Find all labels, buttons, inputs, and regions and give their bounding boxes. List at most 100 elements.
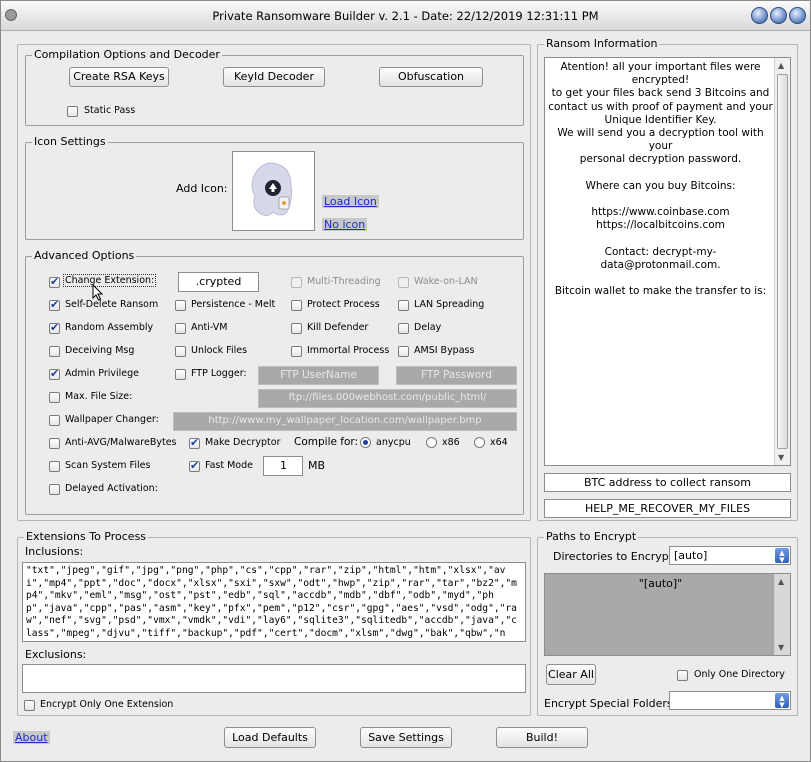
self-delete-checkbox[interactable]: [49, 298, 60, 311]
btc-address-input[interactable]: BTC address to collect ransom: [544, 473, 791, 492]
create-rsa-keys-button[interactable]: Create RSA Keys: [69, 67, 169, 87]
delayed-activation-checkbox[interactable]: [49, 484, 60, 495]
scroll-down-icon[interactable]: ▼: [778, 453, 784, 462]
window-title: Private Ransomware Builder v. 2.1 - Date…: [212, 9, 599, 23]
size-unit-label: MB: [308, 459, 326, 472]
amsi-bypass-checkbox[interactable]: [398, 346, 409, 357]
extensions-title: Extensions To Process: [24, 530, 149, 543]
special-folders-select[interactable]: ▲ ▼: [669, 691, 791, 710]
window-controls: [751, 7, 806, 24]
protect-process-label: Protect Process: [307, 299, 380, 310]
compile-for-label: Compile for:: [294, 436, 359, 448]
wake-on-lan-checkbox[interactable]: [398, 277, 409, 288]
lan-spreading-label: LAN Spreading: [414, 299, 485, 310]
exclusions-textarea[interactable]: [22, 664, 526, 693]
admin-privilege-label: Admin Privilege: [65, 368, 140, 379]
build-button[interactable]: Build!: [496, 727, 588, 748]
anti-vm-checkbox[interactable]: [175, 323, 186, 334]
delay-checkbox[interactable]: [398, 323, 409, 334]
clear-all-button[interactable]: Clear All: [546, 664, 596, 685]
close-icon[interactable]: [789, 7, 806, 24]
scroll-thumb[interactable]: [777, 74, 788, 449]
extension-input[interactable]: .crypted: [178, 272, 259, 292]
minimize-icon[interactable]: [751, 7, 768, 24]
anti-avg-checkbox[interactable]: [49, 438, 60, 449]
load-icon-link[interactable]: Load Icon: [322, 195, 379, 208]
make-decryptor-checkbox[interactable]: [189, 436, 200, 449]
ransom-note-line: We will send you a decryption tool with …: [557, 127, 764, 153]
kill-defender-label: Kill Defender: [307, 322, 369, 333]
persistence-checkbox[interactable]: [175, 300, 186, 311]
directories-scrollbar[interactable]: ▲ ▼: [774, 574, 790, 655]
change-extension-checkbox[interactable]: [49, 275, 60, 288]
x64-radio[interactable]: [474, 437, 485, 448]
change-extension-label: Change Extension:: [63, 274, 157, 287]
title-bar: Private Ransomware Builder v. 2.1 - Date…: [1, 1, 810, 31]
random-assembly-checkbox[interactable]: [49, 321, 60, 334]
immortal-process-checkbox[interactable]: [291, 346, 302, 357]
ftp-logger-checkbox[interactable]: [175, 369, 186, 380]
scan-system-files-checkbox[interactable]: [49, 461, 60, 472]
wallpaper-changer-checkbox[interactable]: [49, 415, 60, 426]
directories-select[interactable]: [auto] ▲ ▼: [669, 546, 791, 565]
icon-preview[interactable]: [232, 151, 315, 231]
encrypt-one-extension-checkbox[interactable]: [24, 700, 35, 711]
deceiving-msg-label: Deceiving Msg: [65, 345, 135, 356]
add-icon-label: Add Icon:: [176, 182, 228, 195]
obfuscation-button[interactable]: Obfuscation: [379, 67, 483, 87]
max-file-size-label: Max. File Size:: [65, 391, 133, 402]
kill-defender-checkbox[interactable]: [291, 323, 302, 334]
wallpaper-url-input[interactable]: http://www.my_wallpaper_location.com/wal…: [173, 412, 517, 431]
ransom-note-textarea[interactable]: Atention! all your important files were …: [544, 57, 791, 466]
advanced-options-title: Advanced Options: [32, 249, 137, 262]
admin-privilege-checkbox[interactable]: [49, 367, 60, 380]
fast-mode-checkbox[interactable]: [189, 459, 200, 472]
static-pass-checkbox[interactable]: [67, 106, 78, 117]
paths-title: Paths to Encrypt: [544, 530, 639, 543]
maximize-icon[interactable]: [770, 7, 787, 24]
inclusions-textarea[interactable]: "txt","jpeg","gif","jpg","png","php","cs…: [22, 562, 526, 642]
no-icon-link[interactable]: No icon: [322, 218, 368, 231]
list-scroll-down-icon[interactable]: ▼: [778, 643, 784, 652]
anycpu-radio[interactable]: [360, 437, 371, 448]
ransom-scrollbar[interactable]: ▲ ▼: [774, 58, 790, 465]
size-input[interactable]: 1: [263, 456, 303, 476]
unlock-files-checkbox[interactable]: [175, 346, 186, 357]
ransom-note-line: https://www.coinbase.com: [591, 206, 730, 219]
ransom-note-line: to get your files back send 3 Bitcoins a…: [551, 87, 770, 100]
multi-threading-checkbox[interactable]: [291, 277, 302, 288]
ransom-note-line: [547, 272, 774, 285]
lan-spreading-checkbox[interactable]: [398, 300, 409, 311]
encrypt-one-extension-label: Encrypt Only One Extension: [40, 699, 174, 710]
delayed-activation-label: Delayed Activation:: [65, 483, 158, 494]
save-settings-button[interactable]: Save Settings: [360, 727, 452, 748]
deceiving-msg-checkbox[interactable]: [49, 346, 60, 357]
scroll-up-icon[interactable]: ▲: [778, 61, 784, 70]
ransom-note-name-input[interactable]: HELP_ME_RECOVER_MY_FILES: [544, 499, 791, 518]
only-one-directory-checkbox[interactable]: [677, 670, 688, 681]
ftp-url-input[interactable]: ftp://files.000webhost.com/public_html/: [258, 389, 517, 408]
x86-label: x86: [442, 437, 460, 448]
ftp-password-input[interactable]: FTP Password: [396, 366, 517, 385]
dropdown-arrows-icon[interactable]: ▲ ▼: [775, 548, 789, 564]
keyid-decoder-button[interactable]: KeyId Decoder: [223, 67, 325, 87]
directories-label: Directories to Encrypt:: [553, 550, 677, 563]
ftp-username-input[interactable]: FTP UserName: [258, 366, 379, 385]
random-assembly-label: Random Assembly: [65, 322, 154, 333]
about-link[interactable]: About: [13, 731, 50, 744]
list-scroll-up-icon[interactable]: ▲: [778, 577, 784, 586]
ransom-note-line: Atention! all your important files were …: [560, 61, 761, 87]
max-file-size-checkbox[interactable]: [49, 392, 60, 403]
load-defaults-button[interactable]: Load Defaults: [224, 727, 316, 748]
directories-list-item[interactable]: "[auto]": [545, 574, 790, 590]
x86-radio[interactable]: [426, 437, 437, 448]
unlock-files-label: Unlock Files: [191, 345, 248, 356]
wake-on-lan-label: Wake-on-LAN: [414, 276, 478, 287]
protect-process-checkbox[interactable]: [291, 300, 302, 311]
ransom-note-line: Where can you buy Bitcoins:: [585, 179, 736, 192]
directories-listbox[interactable]: "[auto]" ▲ ▼: [544, 573, 791, 656]
wallpaper-changer-label: Wallpaper Changer:: [65, 414, 159, 425]
only-one-directory-label: Only One Directory: [694, 669, 785, 680]
special-dropdown-arrows-icon[interactable]: ▲ ▼: [775, 693, 789, 709]
self-delete-label: Self-Delete Ransom: [65, 299, 159, 310]
